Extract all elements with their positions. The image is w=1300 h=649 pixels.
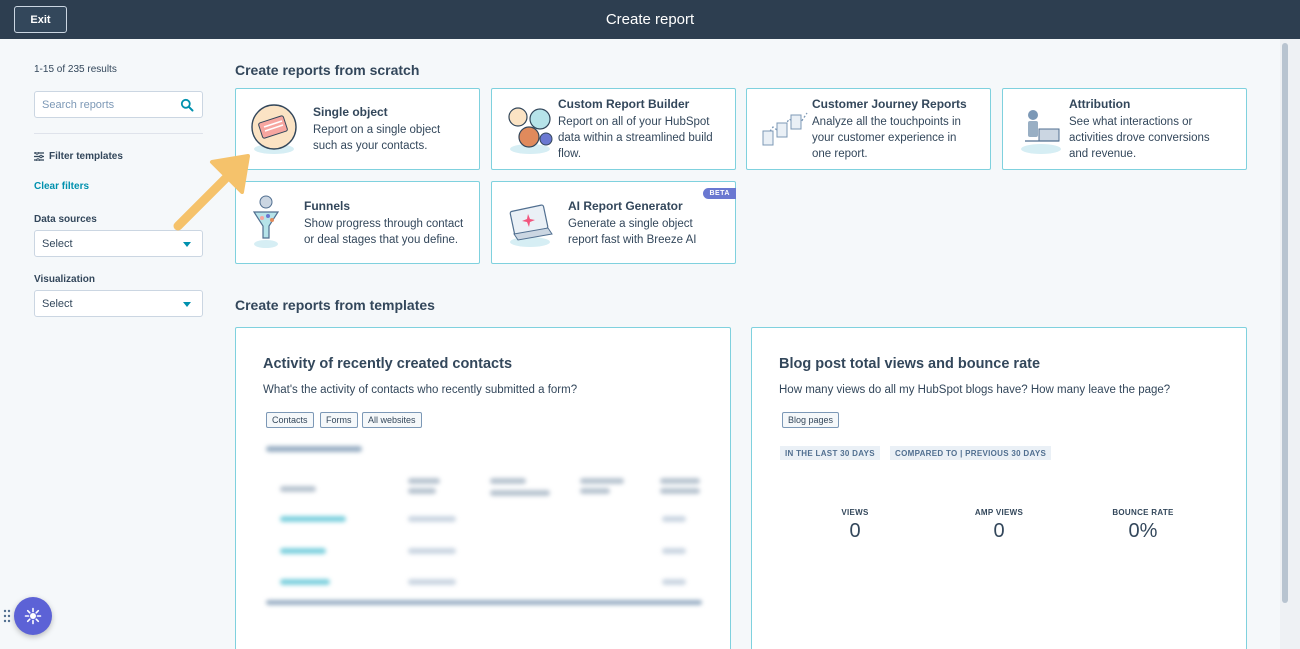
kpi-bounce-rate: BOUNCE RATE 0%: [1083, 508, 1203, 543]
caret-down-icon: [183, 242, 191, 247]
beta-badge: BETA: [703, 188, 736, 199]
template-card-blog[interactable]: Blog post total views and bounce rate Ho…: [751, 327, 1247, 649]
card-title: Single object: [313, 105, 388, 119]
sidebar-divider: [34, 133, 203, 134]
kpi-label: VIEWS: [841, 508, 869, 517]
template-title: Activity of recently created contacts: [263, 356, 513, 372]
scratch-section-title: Create reports from scratch: [235, 62, 420, 78]
card-title: Custom Report Builder: [558, 97, 690, 111]
card-description: Show progress through contact or deal st…: [304, 218, 464, 246]
kpi-value: 0: [993, 520, 1005, 542]
search-box[interactable]: [34, 91, 203, 118]
card-funnels[interactable]: Funnels Show progress through contact or…: [235, 181, 480, 264]
card-attribution[interactable]: Attribution See what interactions or act…: [1002, 88, 1247, 170]
kpi-value: 0: [849, 520, 861, 542]
kpi-label: BOUNCE RATE: [1112, 508, 1174, 517]
filter-sidebar: 1-15 of 235 results Filter templates Cle…: [0, 39, 216, 649]
kpi-label: AMP VIEWS: [974, 508, 1024, 517]
card-description: See what interactions or activities drov…: [1069, 116, 1210, 160]
attribution-illustration-icon: [1021, 110, 1061, 154]
card-description: Analyze all the touchpoints in your cust…: [812, 116, 961, 160]
template-card-activity[interactable]: Activity of recently created contacts Wh…: [235, 327, 731, 649]
drag-handle-icon[interactable]: [3, 609, 11, 623]
kpi-value: 0%: [1128, 520, 1158, 542]
card-title: Attribution: [1069, 97, 1131, 111]
date-range-badge: IN THE LAST 30 DAYS: [780, 446, 880, 460]
ai-report-illustration-icon: [509, 204, 553, 247]
assistant-button[interactable]: [14, 597, 52, 635]
filter-templates-heading: Filter templates: [34, 151, 123, 162]
card-description: Generate a single object report fast wit…: [568, 218, 697, 246]
data-sources-label: Data sources: [34, 214, 97, 225]
tag-all-websites: All websites: [362, 412, 422, 428]
filter-icon: [34, 152, 44, 161]
card-ai-report-generator[interactable]: BETA AI Report Generator Generate a sing…: [491, 181, 736, 264]
page-title: Create report: [605, 11, 695, 28]
card-title: Customer Journey Reports: [812, 97, 967, 111]
main-content: Create reports from scratch Single objec…: [216, 39, 1280, 649]
template-title: Blog post total views and bounce rate: [779, 356, 1041, 372]
card-customer-journey-reports[interactable]: Customer Journey Reports Analyze all the…: [746, 88, 991, 170]
custom-report-builder-illustration-icon: [508, 107, 553, 154]
data-sources-value: Select: [42, 238, 73, 250]
tag-forms: Forms: [320, 412, 358, 428]
card-description: Report on all of your HubSpot data withi…: [558, 116, 713, 160]
kpi-views: VIEWS 0: [795, 508, 915, 543]
annotation-arrow-icon: [173, 154, 250, 231]
blurred-table-preview: [262, 438, 702, 618]
template-question: How many views do all my HubSpot blogs h…: [779, 384, 1171, 396]
search-icon[interactable]: [180, 98, 194, 112]
search-input[interactable]: [35, 92, 175, 117]
card-single-object[interactable]: Single object Report on a single object …: [235, 88, 480, 170]
card-title: AI Report Generator: [568, 199, 683, 213]
single-object-illustration-icon: [251, 104, 297, 154]
templates-section-title: Create reports from templates: [235, 297, 435, 313]
visualization-select[interactable]: Select: [34, 290, 203, 317]
card-title: Funnels: [304, 199, 351, 213]
kpi-amp-views: AMP VIEWS 0: [939, 508, 1059, 543]
clear-filters-link[interactable]: Clear filters: [34, 181, 89, 192]
template-question: What's the activity of contacts who rece…: [263, 384, 578, 396]
card-custom-report-builder[interactable]: Custom Report Builder Report on all of y…: [491, 88, 736, 170]
visualization-label: Visualization: [34, 274, 95, 285]
visualization-value: Select: [42, 298, 73, 310]
scrollbar-thumb[interactable]: [1282, 43, 1288, 603]
comparison-badge: COMPARED TO | PREVIOUS 30 DAYS: [890, 446, 1052, 460]
filter-templates-label: Filter templates: [49, 151, 123, 162]
customer-journey-illustration-icon: [762, 112, 808, 146]
caret-down-icon: [183, 302, 191, 307]
result-count: 1-15 of 235 results: [34, 64, 117, 75]
tag-contacts: Contacts: [266, 412, 314, 428]
assistant-icon: [24, 607, 42, 625]
tag-blog-pages: Blog pages: [782, 412, 840, 428]
top-bar: Exit Create report: [0, 0, 1300, 39]
card-description: Report on a single object such as your c…: [313, 124, 441, 152]
